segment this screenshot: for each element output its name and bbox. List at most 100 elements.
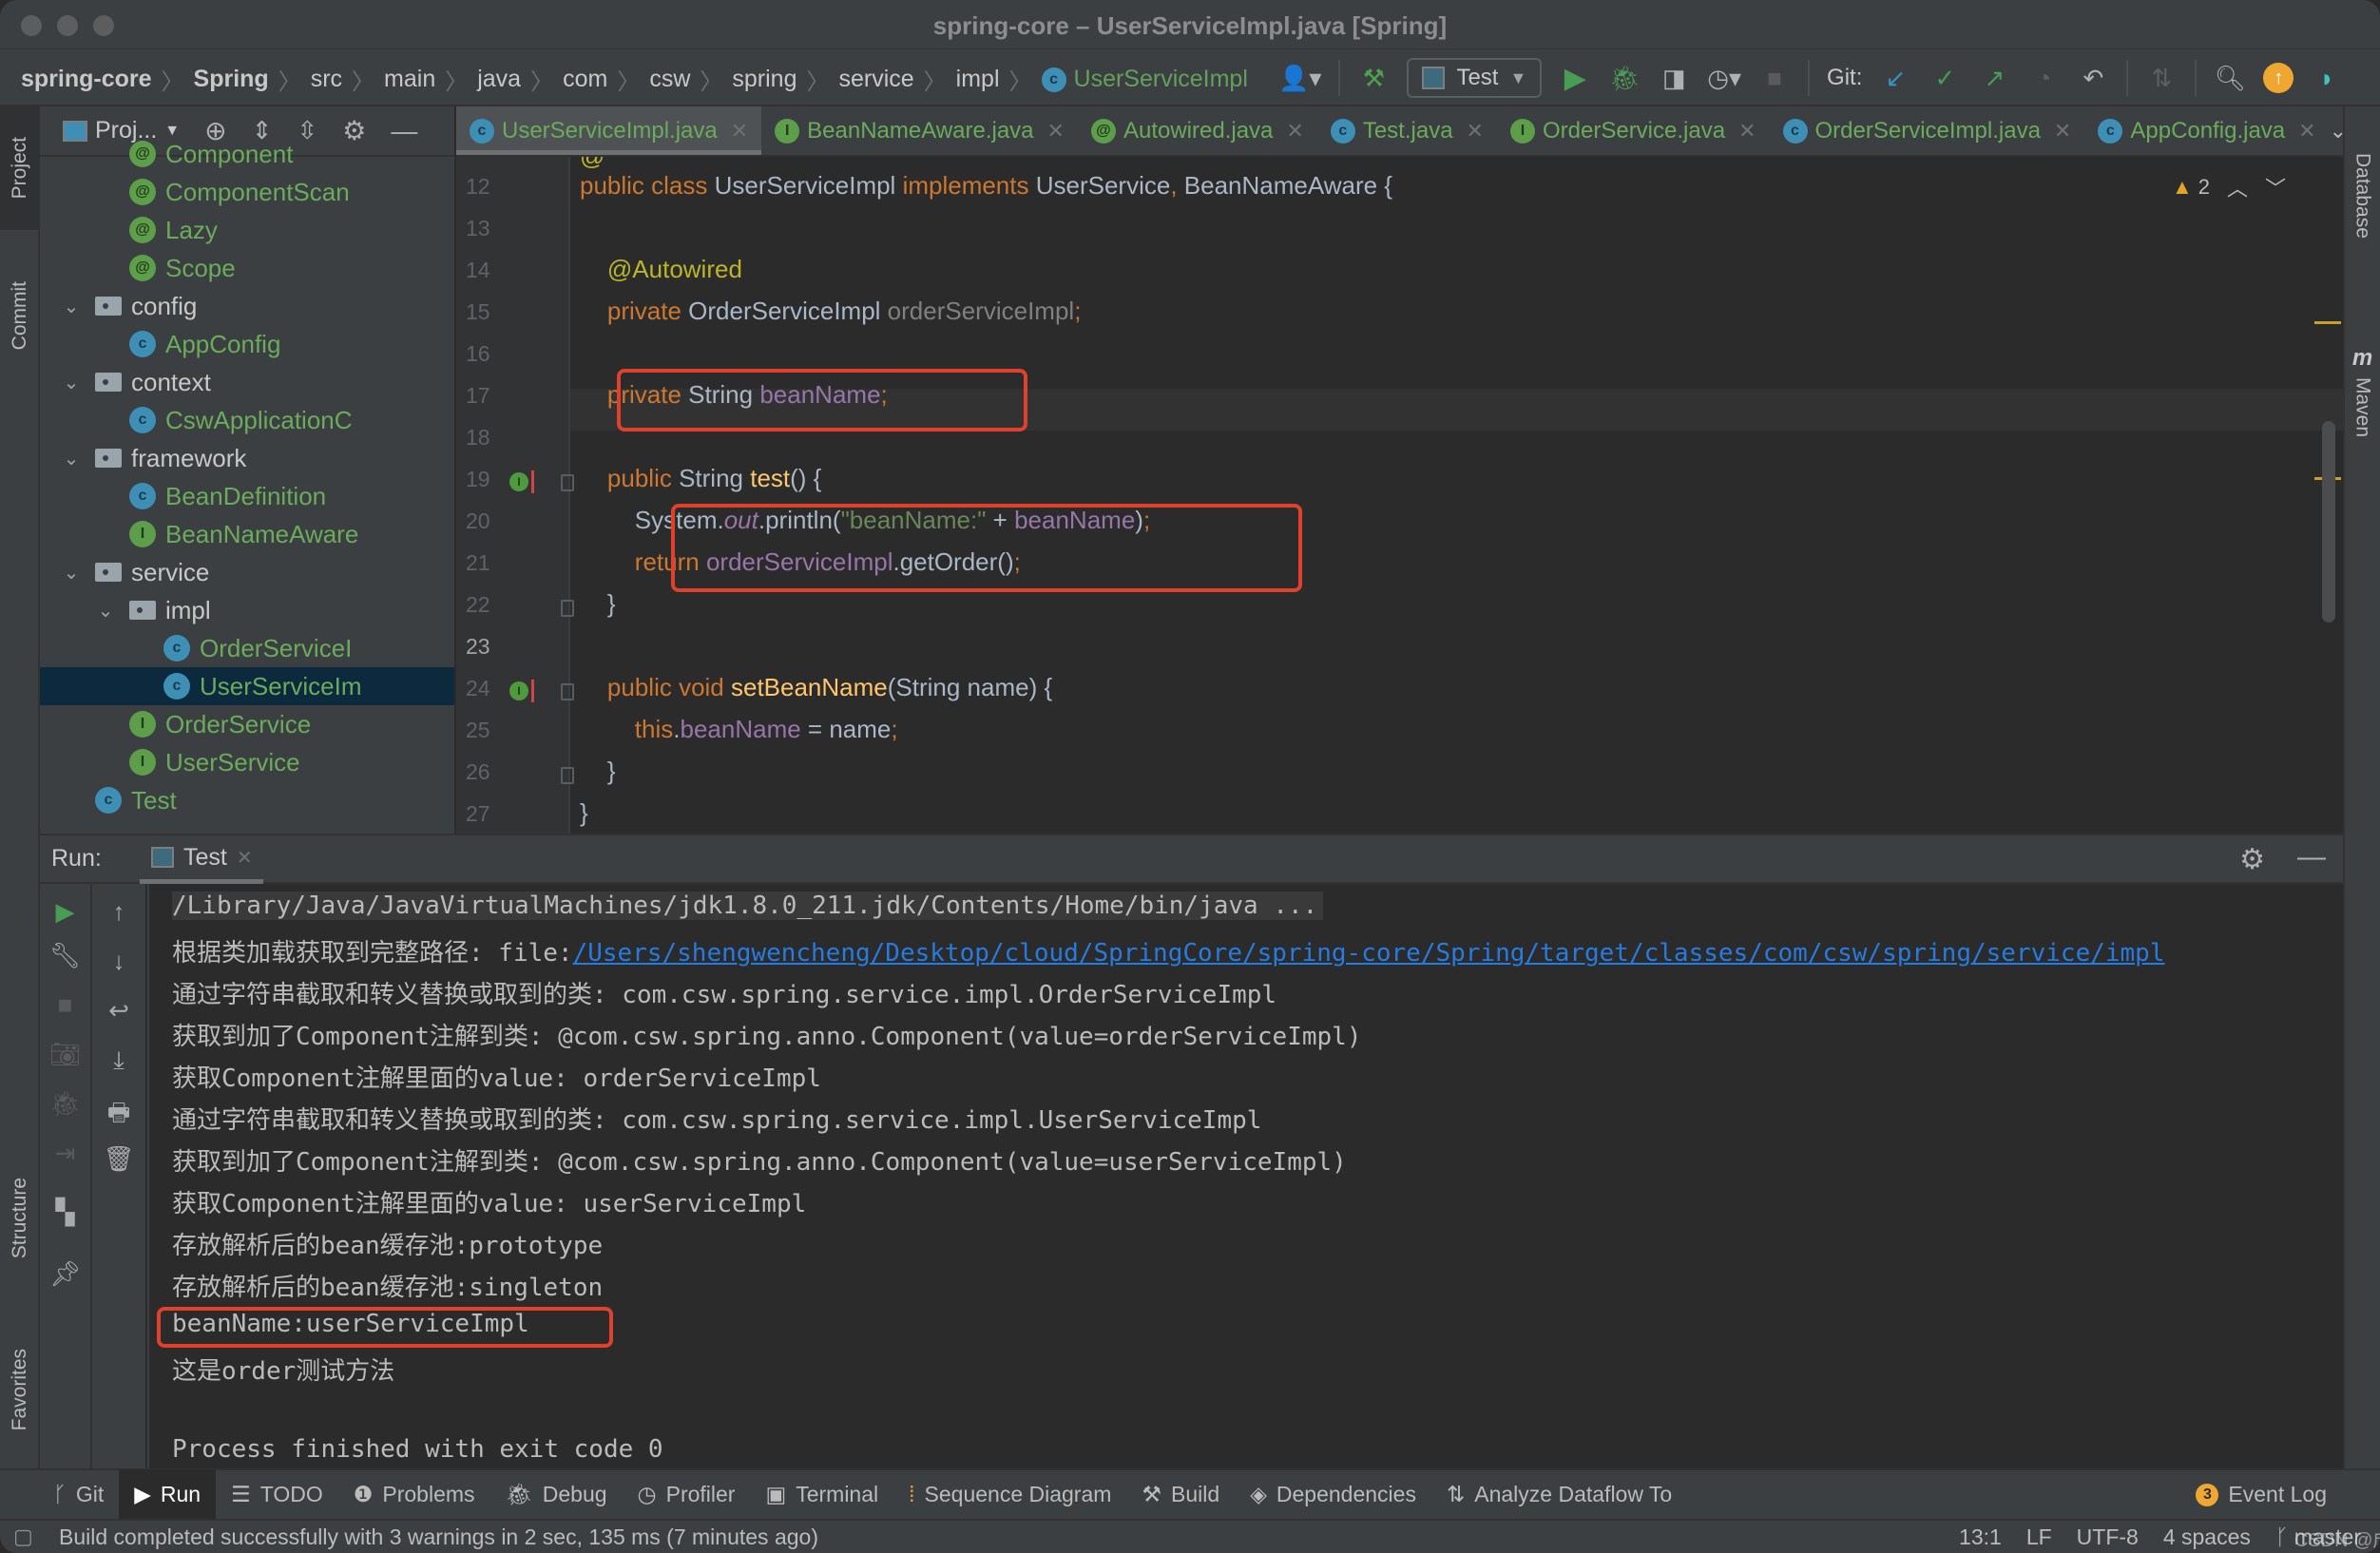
editor-scrollbar[interactable] (2322, 421, 2335, 623)
build-hammer-icon[interactable]: ⚒ (1357, 59, 1390, 97)
tool-window-build[interactable]: ⚒ Build (1126, 1469, 1235, 1520)
breadcrumb-item[interactable]: Spring (194, 66, 269, 93)
fold-marker-icon[interactable] (561, 600, 574, 617)
trash-icon[interactable]: 🗑︎ (103, 1144, 134, 1174)
code-with-me-icon[interactable]: ◗ (2311, 59, 2343, 97)
event-log-button[interactable]: 3 Event Log (2180, 1469, 2342, 1520)
print-icon[interactable]: 🖶 (107, 1095, 131, 1137)
chevron-down-icon[interactable]: ⌄ (59, 561, 84, 585)
layout-icon[interactable]: ▚ (56, 1198, 75, 1227)
tree-item-cswapplicationc[interactable]: c CswApplicationC (40, 401, 454, 439)
close-tab-icon[interactable]: ✕ (2054, 119, 2071, 144)
tree-item-userserviceim[interactable]: c UserServiceIm (40, 667, 454, 705)
scroll-to-end-icon[interactable]: ⤓ (113, 1045, 125, 1076)
editor-tab[interactable]: c AppConfig.java ✕ (2084, 106, 2329, 155)
console-text[interactable]: /Library/Java/JavaVirtualMachines/jdk1.8… (172, 892, 1324, 920)
status-message[interactable]: Build completed successfully with 3 warn… (59, 1524, 818, 1550)
compare-icon[interactable]: ⇅ (2145, 59, 2178, 97)
stop-icon[interactable]: ■ (58, 990, 73, 1020)
tree-item-component[interactable]: @ Component (40, 135, 454, 173)
chevron-down-icon[interactable]: ⌄ (59, 295, 84, 318)
tree-item-orderservice[interactable]: I OrderService (40, 705, 454, 743)
editor-tab[interactable]: @ Autowired.java ✕ (1078, 106, 1317, 155)
tree-item-framework[interactable]: ⌄ framework (40, 439, 454, 477)
overrides-arrow-icon[interactable] (531, 470, 534, 493)
tool-window-git[interactable]: ᚴ Git (38, 1469, 119, 1520)
git-branch-widget[interactable]: ᚴ master CSDN @成胜文 (2275, 1524, 2380, 1551)
arrow-up-icon[interactable]: ↑ (113, 897, 125, 927)
tool-window-terminal[interactable]: ▣ Terminal (750, 1469, 893, 1520)
editor-tab[interactable]: c UserServiceImpl.java ✕ (456, 106, 762, 155)
breadcrumb-item[interactable]: spring-core (21, 66, 152, 93)
rollback-icon[interactable]: ↶ (2077, 59, 2109, 97)
tree-item-componentscan[interactable]: @ ComponentScan (40, 173, 454, 211)
tool-window-analyze-dataflow-to[interactable]: ⇅ Analyze Dataflow To (1431, 1469, 1687, 1520)
git-update-icon[interactable]: ↙ (1879, 59, 1911, 97)
breadcrumb-item-current[interactable]: UserServiceImpl (1074, 66, 1248, 93)
camera-icon[interactable]: 📷︎ (49, 1040, 81, 1069)
close-tab-icon[interactable]: ✕ (731, 119, 748, 144)
close-tab-icon[interactable]: ✕ (237, 846, 253, 870)
export-icon[interactable]: ⇥ (55, 1139, 76, 1168)
toggle-tool-windows-icon[interactable]: ▢ (13, 1524, 33, 1549)
indent-setting[interactable]: 4 spaces (2163, 1524, 2251, 1550)
debug-bug-icon[interactable]: 🐞︎ (1608, 59, 1641, 97)
tool-window-todo[interactable]: ☰ TODO (216, 1469, 338, 1520)
editor-tab[interactable]: c OrderServiceImpl.java ✕ (1770, 106, 2085, 155)
arrow-down-icon[interactable]: ↓ (113, 947, 125, 976)
run-console[interactable]: /Library/Java/JavaVirtualMachines/jdk1.8… (149, 884, 2343, 1468)
tree-item-beandefinition[interactable]: c BeanDefinition (40, 477, 454, 515)
run-icon[interactable]: ▶ (1559, 59, 1591, 97)
gear-icon[interactable]: ⚙ (2239, 843, 2265, 876)
hide-panel-icon[interactable]: — (2297, 841, 2326, 873)
run-configuration-select[interactable]: Test ▼ (1407, 58, 1543, 98)
debug-attach-icon[interactable]: 🐞︎ (49, 1089, 81, 1119)
tree-item-userservice[interactable]: I UserService (40, 743, 454, 781)
warning-marker[interactable] (2314, 321, 2341, 324)
search-icon[interactable]: 🔍︎ (2214, 59, 2246, 97)
editor-tab[interactable]: I BeanNameAware.java ✕ (761, 106, 1078, 155)
breadcrumb-item[interactable]: spring (732, 66, 797, 93)
tree-item-scope[interactable]: @ Scope (40, 249, 454, 287)
tool-window-problems[interactable]: ❶ Problems (338, 1469, 490, 1520)
tree-item-beannameaware[interactable]: I BeanNameAware (40, 515, 454, 553)
close-tab-icon[interactable]: ✕ (2298, 119, 2315, 144)
close-tab-icon[interactable]: ✕ (1286, 119, 1303, 144)
line-separator[interactable]: LF (2026, 1524, 2052, 1550)
pin-icon[interactable]: 📌︎ (49, 1259, 81, 1289)
close-tab-icon[interactable]: ✕ (1467, 119, 1484, 144)
breadcrumb-item[interactable]: service (838, 66, 913, 93)
inspection-widget[interactable]: ▲ 2 ︿ ﹀ (2172, 172, 2286, 202)
fold-marker-icon[interactable] (561, 474, 574, 491)
project-tool-tab[interactable]: Project (0, 106, 40, 230)
git-commit-icon[interactable]: ✓ (1929, 59, 1961, 97)
history-icon[interactable]: ◔ (2027, 59, 2060, 97)
close-tab-icon[interactable]: ✕ (1047, 119, 1065, 144)
profiler-icon[interactable]: ◷▾ (1707, 59, 1741, 97)
maven-tool-tab[interactable]: m Maven (2345, 287, 2380, 496)
tree-item-config[interactable]: ⌄ config (40, 287, 454, 325)
soft-wrap-icon[interactable]: ↩ (108, 996, 129, 1026)
next-highlight-icon[interactable]: ﹀ (2265, 172, 2286, 202)
git-push-icon[interactable]: ↗ (1978, 59, 2010, 97)
rerun-icon[interactable]: ▶ (56, 897, 75, 927)
fold-marker-icon[interactable] (561, 767, 574, 784)
run-tab-test[interactable]: Test ✕ (140, 835, 263, 884)
file-path-link[interactable]: /Users/shengwencheng/Desktop/cloud/Sprin… (573, 939, 2165, 968)
breadcrumb-item[interactable]: java (477, 66, 521, 93)
tool-window-sequence-diagram[interactable]: ⁞ Sequence Diagram (893, 1469, 1126, 1520)
tree-item-orderservicei[interactable]: c OrderServiceI (40, 629, 454, 667)
chevron-down-icon[interactable]: ⌄ (59, 371, 84, 394)
tree-item-lazy[interactable]: @ Lazy (40, 211, 454, 249)
chevron-down-icon[interactable]: ⌄ (93, 599, 118, 623)
breadcrumb-item[interactable]: src (311, 66, 342, 93)
tool-window-debug[interactable]: 🐞︎ Debug (490, 1469, 623, 1520)
implements-method-icon[interactable]: I (509, 681, 528, 700)
show-hidden-tabs-icon[interactable]: ⌄ (2330, 119, 2343, 144)
caret-position[interactable]: 13:1 (1959, 1524, 2002, 1550)
structure-tool-tab[interactable]: Structure (0, 1161, 40, 1275)
overrides-arrow-icon[interactable] (531, 680, 534, 702)
previous-highlight-icon[interactable]: ︿ (2227, 172, 2248, 202)
coverage-icon[interactable]: ◨ (1658, 59, 1690, 97)
editor-tab[interactable]: c Test.java ✕ (1317, 106, 1497, 155)
